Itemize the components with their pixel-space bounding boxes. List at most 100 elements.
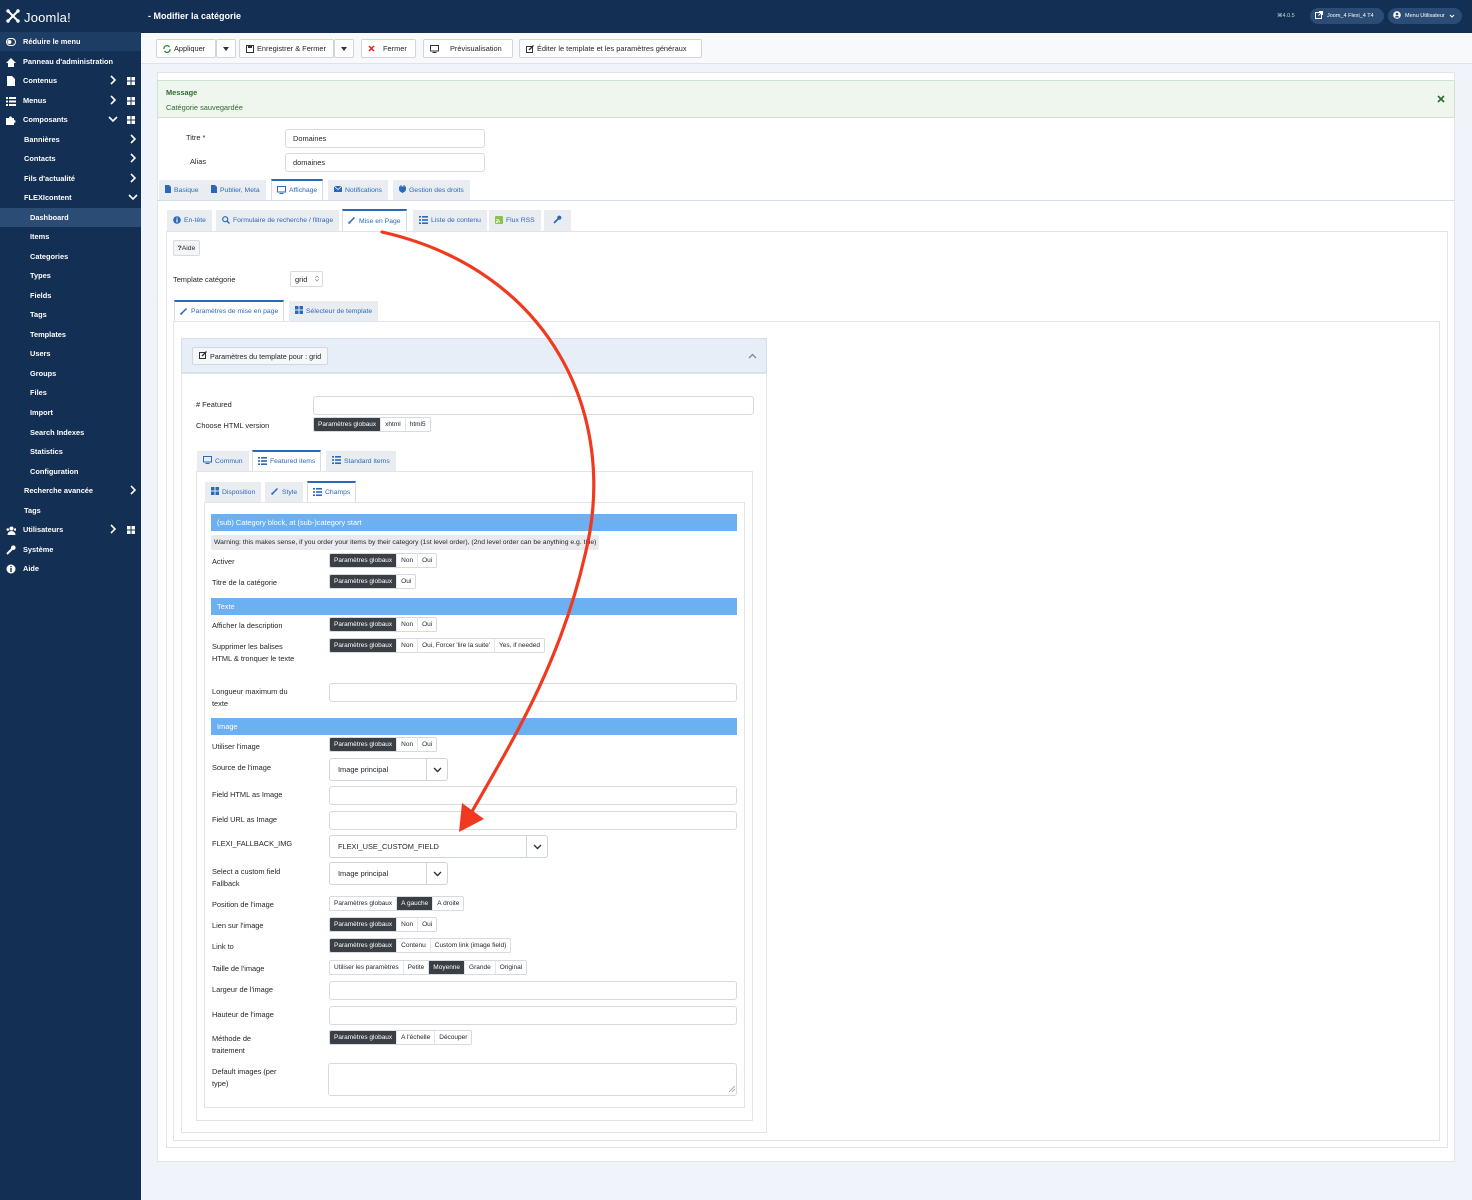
sidebar-item-configuration[interactable]: Configuration bbox=[0, 462, 141, 481]
tab-disposition[interactable]: Disposition bbox=[205, 482, 262, 502]
option-echelle[interactable]: A l'échelle bbox=[397, 1031, 436, 1044]
option-custom-link[interactable]: Custom link (image field) bbox=[431, 939, 511, 952]
users-icon bbox=[6, 525, 16, 535]
close-icon[interactable] bbox=[1437, 95, 1445, 105]
edit-template-button[interactable]: Éditer le template et les paramètres gén… bbox=[519, 39, 702, 58]
tab-formulaire-recherche[interactable]: Formulaire de recherche / filtrage bbox=[216, 210, 340, 231]
tab-parametres-mise-en-page[interactable]: Paramètres de mise en page bbox=[174, 300, 285, 322]
methode-traitement-toggle[interactable]: Paramètres globaux A l'échelle Découper bbox=[329, 1030, 473, 1045]
custom-fallback-select[interactable]: Image principal bbox=[329, 862, 448, 885]
sidebar-item-search-indexes[interactable]: Search Indexes bbox=[0, 423, 141, 442]
close-button[interactable]: Fermer bbox=[361, 39, 416, 58]
sidebar-item-tags-component[interactable]: Tags bbox=[0, 501, 141, 520]
option-utiliser-params[interactable]: Utiliser les paramètres bbox=[330, 961, 404, 974]
sidebar-item-systeme[interactable]: Système bbox=[0, 540, 141, 559]
tab-en-tete[interactable]: En-tête bbox=[167, 210, 212, 231]
sidebar-item-label: Dashboard bbox=[30, 213, 69, 222]
sidebar-item-statistics[interactable]: Statistics bbox=[0, 442, 141, 461]
sidebar-item-bannieres[interactable]: Bannières bbox=[0, 130, 141, 149]
option-a-droite[interactable]: A droite bbox=[433, 897, 463, 910]
sidebar-item-categories[interactable]: Categories bbox=[0, 247, 141, 266]
hauteur-image-input[interactable] bbox=[329, 1006, 737, 1025]
sidebar-item-users[interactable]: Users bbox=[0, 344, 141, 363]
sidebar-item-fields[interactable]: Fields bbox=[0, 286, 141, 305]
option-global[interactable]: Paramètres globaux bbox=[330, 939, 398, 952]
sidebar-item-types[interactable]: Types bbox=[0, 266, 141, 285]
option-oui[interactable]: Oui bbox=[418, 918, 436, 931]
largeur-image-input[interactable] bbox=[329, 981, 737, 1000]
option-global[interactable]: Paramètres globaux bbox=[330, 918, 398, 931]
edit-icon bbox=[199, 351, 207, 361]
option-decouper[interactable]: Découper bbox=[435, 1031, 471, 1044]
default-images-textarea[interactable] bbox=[328, 1063, 737, 1096]
sidebar-item-contenus[interactable]: Contenus bbox=[0, 71, 141, 90]
resize-handle-icon[interactable] bbox=[728, 1085, 736, 1094]
tab-featured-items[interactable]: Featured items bbox=[252, 450, 322, 472]
dashboard-grid-icon[interactable] bbox=[127, 116, 135, 124]
apply-button[interactable]: Appliquer bbox=[156, 39, 216, 58]
sidebar-item-menus[interactable]: Menus bbox=[0, 91, 141, 110]
tab-gestion-droits[interactable]: Gestion des droits bbox=[393, 180, 470, 200]
tab-commun[interactable]: Commun bbox=[197, 451, 249, 471]
alias-input[interactable]: domaines bbox=[285, 153, 485, 172]
user-menu-button[interactable]: Menu Utilisateur bbox=[1388, 8, 1462, 24]
tab-notifications[interactable]: Notifications bbox=[328, 180, 389, 200]
position-image-toggle[interactable]: Paramètres globaux A gauche A droite bbox=[329, 896, 465, 911]
dashboard-grid-icon[interactable] bbox=[127, 77, 135, 85]
sidebar-item-aide[interactable]: Aide bbox=[0, 559, 141, 578]
option-moyenne[interactable]: Moyenne bbox=[429, 961, 466, 974]
apply-dropdown-toggle[interactable] bbox=[216, 39, 236, 58]
chevron-up-icon[interactable] bbox=[748, 352, 757, 361]
preview-button[interactable]: Prévisualisation bbox=[423, 39, 513, 58]
taille-image-toggle[interactable]: Utiliser les paramètres Petite Moyenne Gran… bbox=[329, 960, 528, 975]
option-contenu[interactable]: Contenu bbox=[397, 939, 431, 952]
sidebar-item-flexicontent[interactable]: FLEXIcontent bbox=[0, 188, 141, 207]
save-close-button[interactable]: Enregistrer & Fermer bbox=[239, 39, 334, 58]
sidebar-item-dashboard[interactable]: Panneau d'administration bbox=[0, 52, 141, 71]
sidebar-item-label: Import bbox=[30, 408, 53, 417]
sidebar-item-utilisateurs[interactable]: Utilisateurs bbox=[0, 520, 141, 539]
link-to-toggle[interactable]: Paramètres globaux Contenu Custom link (im… bbox=[329, 938, 512, 953]
tab-affichage[interactable]: Affichage bbox=[271, 179, 324, 201]
template-select-value: grid bbox=[295, 274, 308, 284]
tab-publier[interactable]: Publier, Meta bbox=[205, 180, 266, 200]
site-link-button[interactable]: Joom_4 Flexi_4 T4 bbox=[1310, 8, 1384, 24]
sidebar-item-import[interactable]: Import bbox=[0, 403, 141, 422]
sidebar-item-templates[interactable]: Templates bbox=[0, 325, 141, 344]
sidebar-item-label: Bannières bbox=[24, 135, 60, 144]
sidebar-item-files[interactable]: Files bbox=[0, 383, 141, 402]
sidebar-item-label: Composants bbox=[23, 115, 68, 124]
save-dropdown-toggle[interactable] bbox=[334, 39, 354, 58]
sidebar-item-label: Types bbox=[30, 271, 51, 280]
sidebar-item-fils-actualite[interactable]: Fils d'actualité bbox=[0, 169, 141, 188]
title-input[interactable]: Domaines bbox=[285, 129, 485, 148]
tab-style[interactable]: Style bbox=[265, 482, 304, 502]
sidebar-item-recherche-avancee[interactable]: Recherche avancée bbox=[0, 481, 141, 500]
option-grande[interactable]: Grande bbox=[465, 961, 496, 974]
sidebar-item-flexi-dashboard[interactable]: Dashboard bbox=[0, 208, 141, 227]
option-global[interactable]: Paramètres globaux bbox=[330, 897, 398, 910]
dashboard-grid-icon[interactable] bbox=[127, 97, 135, 105]
sidebar-item-tags[interactable]: Tags bbox=[0, 305, 141, 324]
largeur-image-label: Largeur de l'image bbox=[212, 985, 273, 994]
sidebar-item-composants[interactable]: Composants bbox=[0, 110, 141, 129]
joomla-logo[interactable]: Joomla! bbox=[6, 8, 71, 26]
option-petite[interactable]: Petite bbox=[404, 961, 430, 974]
lien-image-toggle[interactable]: Paramètres globaux Non Oui bbox=[329, 917, 438, 932]
tab-selecteur-template[interactable]: Sélecteur de template bbox=[289, 301, 379, 321]
sidebar-item-groups[interactable]: Groups bbox=[0, 364, 141, 383]
option-a-gauche[interactable]: A gauche bbox=[397, 897, 434, 910]
help-button[interactable]: ? Aide bbox=[173, 240, 200, 256]
sidebar-item-toggle-menu[interactable]: Réduire le menu bbox=[0, 32, 141, 51]
tab-basique[interactable]: Basique bbox=[159, 180, 205, 200]
option-original[interactable]: Original bbox=[496, 961, 526, 974]
sidebar-item-items[interactable]: Items bbox=[0, 227, 141, 246]
dashboard-grid-icon[interactable] bbox=[127, 526, 135, 534]
template-select[interactable]: grid bbox=[290, 271, 323, 287]
option-non[interactable]: Non bbox=[397, 918, 419, 931]
alias-label: Alias bbox=[190, 157, 207, 166]
sidebar-item-label: Contenus bbox=[23, 76, 58, 85]
tab-champs[interactable]: Champs bbox=[307, 481, 357, 503]
option-global[interactable]: Paramètres globaux bbox=[330, 1031, 398, 1044]
sidebar-item-contacts[interactable]: Contacts bbox=[0, 149, 141, 168]
